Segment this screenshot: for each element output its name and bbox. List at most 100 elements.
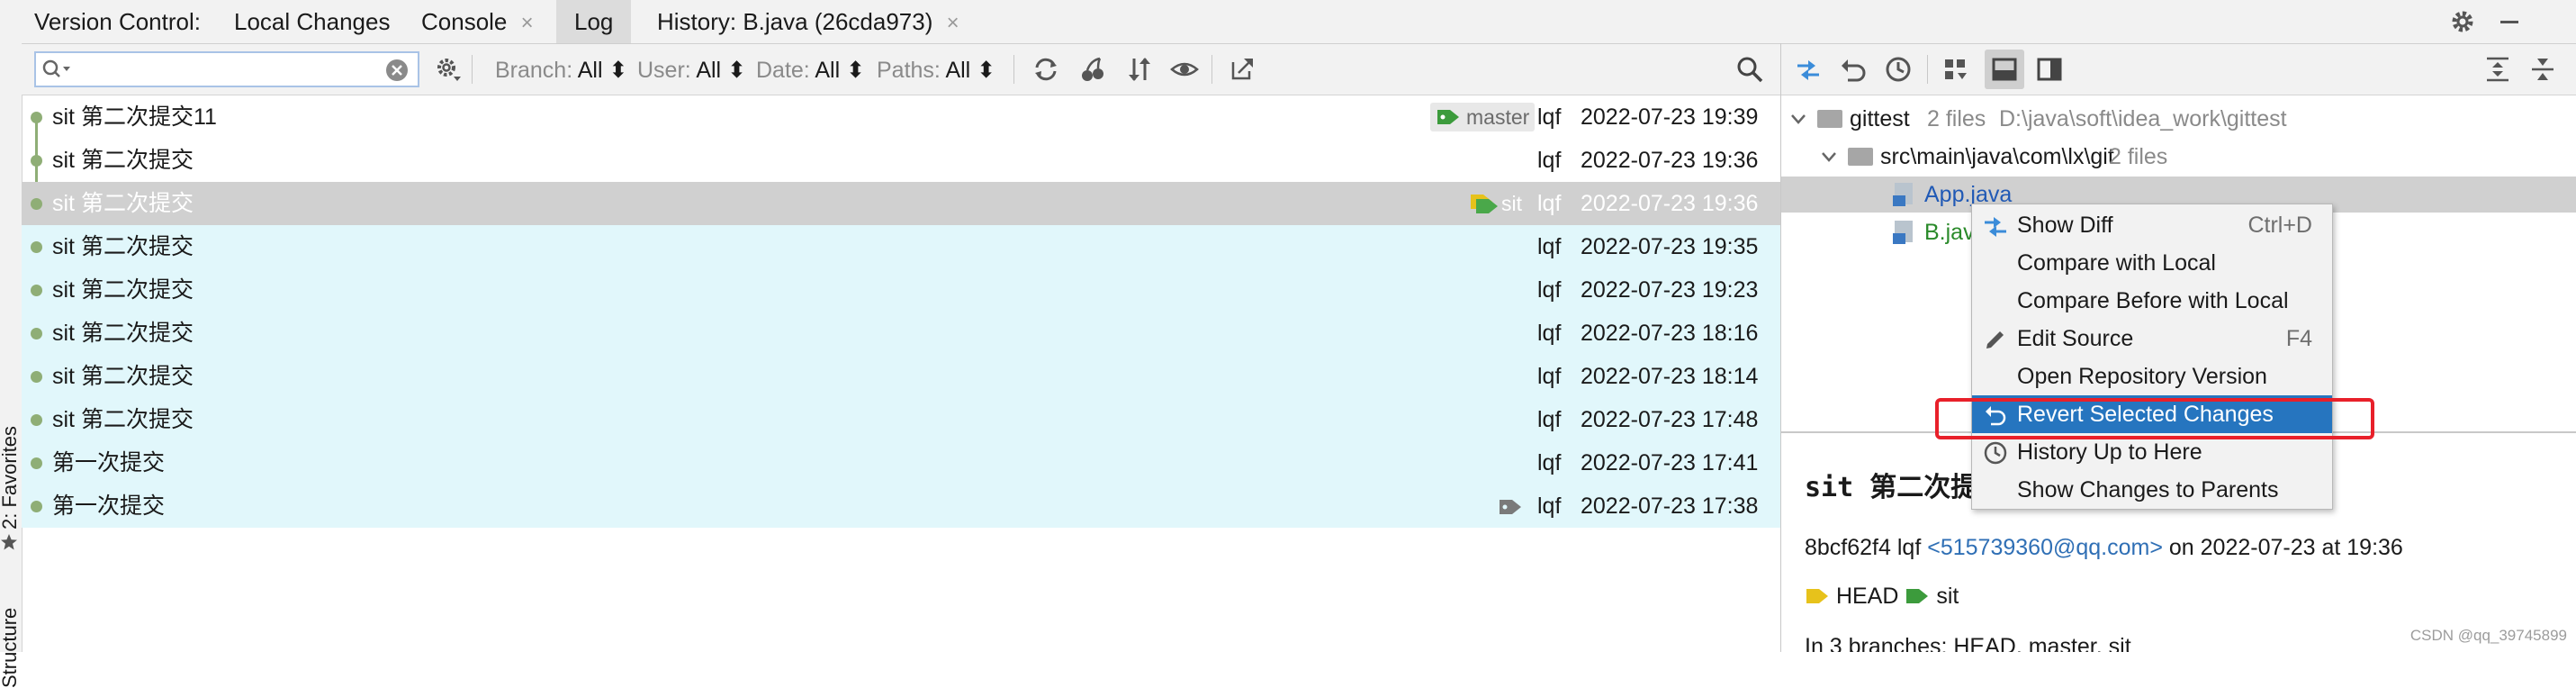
filter-value: All [815, 58, 841, 83]
folder-icon [1817, 110, 1842, 128]
commit-date: 2022-07-23 17:38 [1581, 493, 1759, 519]
refs-line: HEAD sit [1805, 584, 1959, 610]
menu-item-compare-before-with-local[interactable]: Compare Before with Local [1972, 282, 2332, 320]
tree-node-root[interactable]: gittest 2 files D:\java\soft\idea_work\g… [1781, 101, 2576, 137]
commit-author: lqf [1537, 364, 1562, 389]
table-row[interactable]: 第一次提交 lqf 2022-07-23 17:38 [22, 484, 1780, 528]
module-path: D:\java\soft\idea_work\gittest [1999, 106, 2287, 131]
menu-item-shortcut: Ctrl+D [2247, 213, 2312, 238]
branches-line: In 3 branches: HEAD, master, sit [1805, 634, 2131, 652]
chevron-down-icon[interactable] [1790, 112, 1806, 126]
left-tool-stripe: 2: Favorites Structure [0, 43, 23, 688]
ref-head: HEAD [1835, 584, 1899, 609]
tab-label: Log [574, 8, 614, 35]
menu-item-edit-source[interactable]: Edit Source F4 [1972, 320, 2332, 358]
ref-sit: sit [1936, 584, 1959, 609]
favorites-stripe-button[interactable]: 2: Favorites [0, 426, 22, 530]
filter-label: Branch: [495, 58, 573, 83]
menu-item-show-diff[interactable]: Show Diff Ctrl+D [1972, 206, 2332, 244]
commit-node [31, 285, 42, 296]
filter-settings-gear-icon[interactable] [434, 55, 463, 84]
tab-log[interactable]: Log [556, 0, 632, 43]
open-in-new-tab-icon[interactable] [1228, 55, 1256, 84]
filter-value: All [577, 58, 603, 83]
refresh-icon[interactable] [1031, 55, 1060, 84]
date-filter[interactable]: Date: All ⬍ [756, 57, 865, 84]
table-row[interactable]: sit 第二次提交 lqf 2022-07-23 19:23 [22, 268, 1780, 312]
table-row[interactable]: sit 第二次提交 lqf 2022-07-23 18:14 [22, 355, 1780, 398]
preview-bottom-toggle[interactable] [1985, 50, 2024, 89]
collapse-all-icon[interactable] [2528, 55, 2557, 84]
find-icon[interactable] [1735, 55, 1764, 84]
commit-date: 2022-07-23 19:36 [1581, 148, 1759, 173]
table-row[interactable]: sit 第二次提交 lqf 2022-07-23 19:35 [22, 225, 1780, 268]
revert-icon[interactable] [1839, 55, 1868, 84]
structure-stripe-button[interactable]: Structure [0, 608, 22, 688]
commit-message: 第一次提交 [52, 450, 166, 475]
commit-node [31, 112, 42, 123]
menu-item-open-repository-version[interactable]: Open Repository Version [1972, 358, 2332, 395]
paths-filter[interactable]: Paths: All ⬍ [877, 57, 995, 84]
tool-window-tab-bar: Version Control: Local Changes Console ×… [0, 0, 2576, 44]
table-row[interactable]: 第一次提交 lqf 2022-07-23 17:41 [22, 441, 1780, 484]
toolbar-separator [472, 55, 473, 84]
user-filter[interactable]: User: All ⬍ [637, 57, 746, 84]
table-row[interactable]: sit 第二次提交 lqf 2022-07-23 19:36 [22, 139, 1780, 182]
tags-icon [1471, 195, 1498, 213]
search-field[interactable] [34, 51, 419, 87]
log-toolbar: Branch: All ⬍ User: All ⬍ Date: All ⬍ Pa… [22, 44, 1780, 95]
expand-all-icon[interactable] [2483, 55, 2512, 84]
commit-subject: sit 第二次提 [1805, 472, 1978, 503]
file-count: 2 files [1927, 106, 1986, 131]
tab-history-b-java[interactable]: History: B.java (26cda973) × [646, 0, 970, 43]
chevron-down-icon[interactable] [1821, 149, 1837, 164]
commit-message: sit 第二次提交 [52, 364, 194, 389]
collapse-linear-branches-icon[interactable] [1125, 55, 1154, 84]
commit-node [31, 457, 42, 469]
group-by-icon[interactable] [1941, 55, 1970, 84]
commit-author: lqf [1896, 535, 1922, 560]
cherry-pick-icon[interactable] [1078, 55, 1107, 84]
annotation-highlight-box [1935, 398, 2374, 439]
menu-item-show-changes-to-parents[interactable]: Show Changes to Parents [1972, 471, 2332, 509]
menu-item-compare-with-local[interactable]: Compare with Local [1972, 244, 2332, 282]
menu-item-shortcut: F4 [2285, 326, 2312, 351]
commit-message: sit 第二次提交 [52, 148, 194, 173]
toolbar-separator [1013, 55, 1014, 84]
layout-right-icon[interactable] [2035, 55, 2064, 84]
dropdown-arrows-icon: ⬍ [727, 58, 747, 83]
table-row[interactable]: sit 第二次提交11 master lqf 2022-07-23 19:39 [22, 95, 1780, 139]
clear-search-icon[interactable] [385, 59, 409, 82]
version-control-title: Version Control: [34, 8, 201, 35]
containing-branches: In 3 branches: HEAD, master, sit [1805, 634, 2131, 652]
tree-node-package[interactable]: src\main\java\com\lx\git 2 files [1781, 139, 2576, 175]
minimize-icon[interactable] [2495, 7, 2524, 36]
tab-local-changes[interactable]: Local Changes [223, 0, 401, 43]
branch-label: master [1430, 103, 1536, 131]
commit-node [31, 414, 42, 426]
eye-icon[interactable] [1170, 55, 1199, 84]
branch-filter[interactable]: Branch: All ⬍ [495, 57, 627, 84]
show-diff-icon[interactable] [1794, 55, 1823, 84]
history-icon[interactable] [1884, 55, 1913, 84]
author-email-link[interactable]: <515739360@qq.com> [1927, 535, 2163, 560]
commit-date: 2022-07-23 19:36 [1581, 191, 1759, 216]
close-icon[interactable]: × [521, 11, 534, 35]
watermark-text: CSDN @qq_39745899 [2409, 627, 2567, 644]
star-icon [1, 534, 17, 550]
commit-author: lqf [1537, 191, 1562, 216]
commit-author: lqf [1537, 234, 1562, 259]
tab-console[interactable]: Console × [410, 0, 545, 43]
commit-date: 2022-07-23 19:23 [1581, 277, 1759, 303]
commit-message: sit 第二次提交 [52, 191, 194, 216]
table-row-selected[interactable]: sit 第二次提交 sit lqf 2022-07-23 19:36 [22, 182, 1780, 225]
search-input[interactable] [77, 57, 369, 84]
table-row[interactable]: sit 第二次提交 lqf 2022-07-23 17:48 [22, 398, 1780, 441]
menu-item-label: Compare Before with Local [2017, 288, 2289, 313]
gear-icon[interactable] [2448, 7, 2477, 36]
close-icon[interactable]: × [947, 11, 959, 35]
commit-message: sit 第二次提交 [52, 234, 194, 259]
table-row[interactable]: sit 第二次提交 lqf 2022-07-23 18:16 [22, 312, 1780, 355]
commit-hash: 8bcf62f4 [1805, 535, 1891, 560]
changes-toolbar [1781, 44, 2576, 95]
